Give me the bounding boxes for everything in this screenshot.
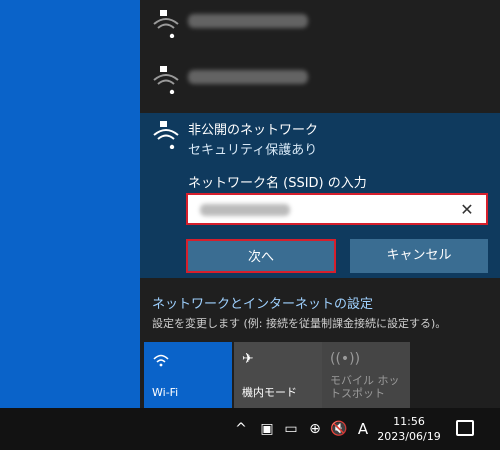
network-settings-link[interactable]: ネットワークとインターネットの設定 [152, 293, 373, 312]
network-name-blurred [188, 70, 308, 84]
wifi-icon [152, 350, 170, 368]
airplane-icon: ✈ [242, 351, 254, 367]
wifi-secured-icon [153, 121, 179, 149]
cancel-button[interactable]: キャンセル [350, 239, 488, 273]
ssid-input[interactable]: ✕ [186, 193, 488, 225]
battery-icon[interactable]: ▭ [282, 420, 300, 438]
taskbar: ^ ▣ ▭ ⊕ 🔇 A 11:56 2023/06/19 [0, 408, 500, 450]
wifi-label: Wi-Fi [152, 386, 179, 399]
network-globe-icon[interactable]: ⊕ [306, 420, 324, 438]
clock[interactable]: 11:56 2023/06/19 [374, 414, 444, 444]
ime-indicator[interactable]: A [354, 420, 372, 438]
network-item[interactable] [140, 0, 500, 56]
hidden-network-item[interactable]: 非公開のネットワーク セキュリティ保護あり ネットワーク名 (SSID) の入力… [140, 113, 500, 278]
network-item[interactable] [140, 56, 500, 112]
network-name-blurred [188, 14, 308, 28]
airplane-label: 機内モード [242, 386, 297, 399]
volume-muted-icon[interactable]: 🔇 [330, 420, 348, 438]
hotspot-label: モバイル ホットスポット [330, 374, 400, 400]
quick-action-wifi[interactable]: Wi-Fi [144, 342, 232, 408]
meet-now-icon[interactable]: ▣ [258, 420, 276, 438]
ssid-label: ネットワーク名 (SSID) の入力 [188, 176, 367, 191]
clock-date: 2023/06/19 [377, 430, 441, 443]
quick-action-airplane[interactable]: ✈ 機内モード [234, 342, 322, 408]
next-button[interactable]: 次へ [186, 239, 336, 273]
network-flyout: 非公開のネットワーク セキュリティ保護あり ネットワーク名 (SSID) の入力… [140, 0, 500, 408]
notification-icon[interactable] [456, 420, 474, 436]
ssid-value-blurred [200, 204, 290, 216]
chevron-up-icon[interactable]: ^ [232, 420, 250, 438]
network-security: セキュリティ保護あり [188, 143, 318, 158]
wifi-secured-icon [153, 10, 179, 38]
wifi-secured-icon [153, 66, 179, 94]
quick-action-hotspot[interactable]: ((•)) モバイル ホットスポット [322, 342, 410, 408]
network-name: 非公開のネットワーク [188, 123, 319, 138]
network-settings-description: 設定を変更します (例: 接続を従量制課金接続に設定する)。 [152, 317, 447, 330]
clear-icon[interactable]: ✕ [458, 201, 476, 219]
hotspot-icon: ((•)) [330, 351, 361, 367]
desktop-background [0, 0, 140, 408]
clock-time: 11:56 [393, 415, 425, 428]
